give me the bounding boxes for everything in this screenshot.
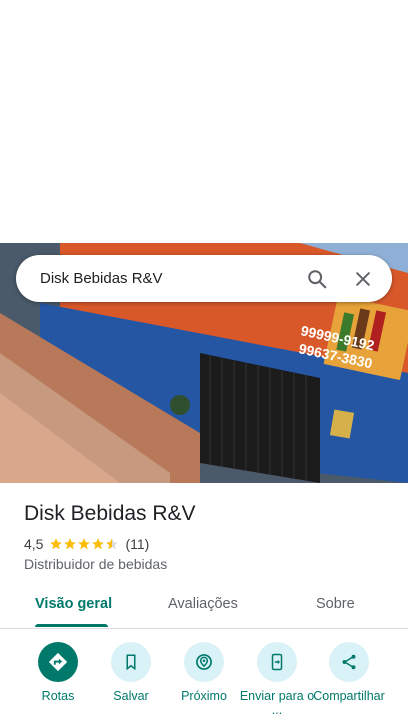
- star-icon: [50, 538, 63, 550]
- search-icon[interactable]: [300, 262, 334, 296]
- send-to-phone-button[interactable]: Enviar para o ...: [237, 642, 317, 717]
- send-to-phone-icon: [257, 642, 297, 682]
- send-to-phone-label: Enviar para o ...: [239, 689, 315, 717]
- star-icon: [92, 538, 105, 550]
- star-rating: [49, 537, 119, 551]
- directions-icon: [38, 642, 78, 682]
- save-button[interactable]: Salvar: [91, 642, 171, 703]
- directions-label: Rotas: [41, 689, 75, 703]
- search-bar[interactable]: Disk Bebidas R&V: [16, 255, 392, 302]
- tab-overview[interactable]: Visão geral: [35, 596, 112, 612]
- bookmark-icon: [111, 642, 151, 682]
- star-icon: [78, 538, 91, 550]
- rating-value: 4,5: [24, 536, 44, 552]
- tab-reviews[interactable]: Avaliações: [168, 596, 238, 612]
- share-button[interactable]: Compartilhar: [309, 642, 389, 703]
- nearby-label: Próximo: [181, 689, 227, 703]
- tab-about[interactable]: Sobre: [316, 596, 355, 612]
- directions-button[interactable]: Rotas: [18, 642, 98, 703]
- nearby-icon: [184, 642, 224, 682]
- place-category: Distribuidor de bebidas: [24, 556, 168, 572]
- star-icon: [64, 538, 77, 550]
- active-tab-indicator: [35, 624, 108, 627]
- share-label: Compartilhar: [313, 689, 385, 703]
- place-title: Disk Bebidas R&V: [24, 502, 196, 525]
- share-icon: [329, 642, 369, 682]
- review-count[interactable]: (11): [125, 536, 149, 552]
- rating-row[interactable]: 4,5 (11): [24, 536, 149, 552]
- close-icon[interactable]: [346, 262, 380, 296]
- tab-bar: Visão geral Avaliações Sobre: [0, 584, 408, 629]
- half-star-icon: [106, 538, 119, 550]
- search-input[interactable]: Disk Bebidas R&V: [40, 270, 300, 287]
- nearby-button[interactable]: Próximo: [164, 642, 244, 703]
- save-label: Salvar: [113, 689, 149, 703]
